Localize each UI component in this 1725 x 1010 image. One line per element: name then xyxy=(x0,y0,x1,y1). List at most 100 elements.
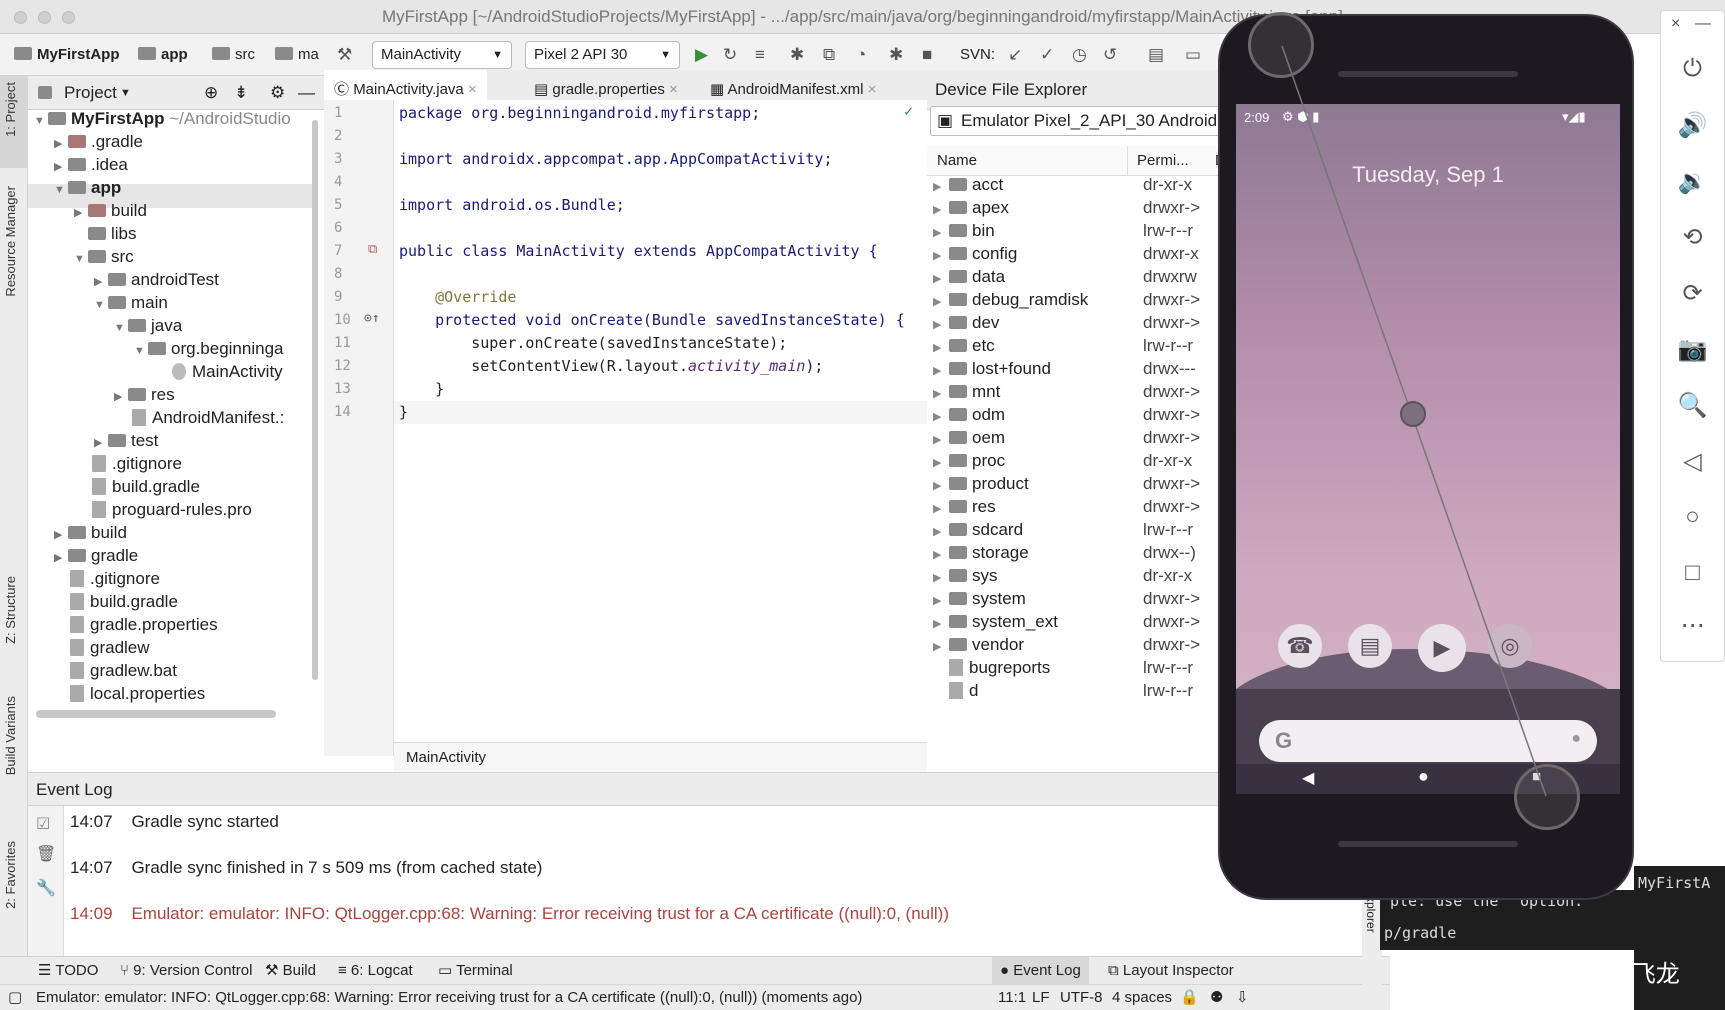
file-row[interactable]: ▶ bin lrw-r--r xyxy=(927,218,1222,243)
tab-todo[interactable]: ☰ TODO xyxy=(38,957,98,985)
home-icon[interactable]: ○ xyxy=(1661,503,1724,531)
tab-structure[interactable]: Z: Structure xyxy=(3,576,18,644)
tree-item[interactable]: gradlew.bat xyxy=(70,658,177,683)
hide-panel-icon[interactable]: — xyxy=(298,76,315,110)
debug-icon[interactable]: ✱ xyxy=(790,46,804,64)
tree-item[interactable]: ▼ java xyxy=(114,313,182,338)
file-row[interactable]: ▶ apex drwxr-> xyxy=(927,195,1222,220)
hammer-build-icon[interactable]: ⚒ xyxy=(337,46,352,64)
tree-item[interactable]: ▼ app xyxy=(54,175,121,200)
lock-icon[interactable]: 🔒 xyxy=(1180,985,1199,1010)
breadcrumb-src[interactable]: src xyxy=(212,34,255,76)
col-permissions[interactable]: Permi... xyxy=(1137,146,1189,176)
profile-icon[interactable]: ◔ xyxy=(856,46,866,64)
device-select-combo[interactable]: ▣ Emulator Pixel_2_API_30 Android xyxy=(930,106,1220,136)
code-editor[interactable]: package org.beginningandroid.myfirstapp;… xyxy=(394,100,927,756)
breadcrumb-project[interactable]: MyFirstApp xyxy=(14,34,120,76)
file-row[interactable]: ▶ product drwxr-> xyxy=(927,471,1222,496)
tab-layout-inspector[interactable]: ⧉ Layout Inspector xyxy=(1108,957,1234,985)
project-structure-icon[interactable]: ▤ xyxy=(1148,46,1164,64)
file-encoding[interactable]: UTF-8 xyxy=(1060,985,1103,1010)
file-row[interactable]: ▶ vendor drwxr-> xyxy=(927,632,1222,657)
volume-down-icon[interactable]: 🔉 xyxy=(1661,167,1724,196)
tree-hscrollbar[interactable] xyxy=(36,710,276,718)
history-icon[interactable]: ◷ xyxy=(1072,46,1087,64)
run-config-select[interactable]: MainActivity ▼ xyxy=(372,41,512,69)
editor-breadcrumb[interactable]: MainActivity xyxy=(394,742,927,772)
rotate-right-icon[interactable]: ⟳ xyxy=(1661,279,1724,308)
tree-item[interactable]: ▼ org.beginninga xyxy=(134,336,283,361)
svn-update-icon[interactable]: ↙ xyxy=(1008,46,1022,64)
caret-position[interactable]: 11:1 xyxy=(998,985,1026,1010)
zoom-icon[interactable]: 🔍 xyxy=(1661,391,1724,420)
tree-item[interactable]: ▶ .gradle xyxy=(54,129,143,154)
stop-icon[interactable]: ■ xyxy=(922,46,932,64)
overview-icon[interactable]: □ xyxy=(1661,559,1724,587)
close-window-button[interactable] xyxy=(14,11,27,24)
tree-item[interactable]: gradle.properties xyxy=(70,612,218,637)
tab-project[interactable]: 1: Project xyxy=(3,82,18,137)
tree-item[interactable]: ▶ androidTest xyxy=(94,267,219,292)
camera-icon[interactable]: 📷 xyxy=(1661,335,1724,364)
trash-icon[interactable]: 🗑 xyxy=(36,844,56,864)
minimize-window-button[interactable] xyxy=(38,11,51,24)
tree-item[interactable]: libs xyxy=(88,221,137,246)
apply-code-icon[interactable]: ≡ xyxy=(755,46,765,64)
tree-item[interactable]: ▶ .idea xyxy=(54,152,128,177)
file-row[interactable]: ▶ sys dr-xr-x xyxy=(927,563,1222,588)
close-icon[interactable]: × xyxy=(468,81,477,98)
project-view-select[interactable]: Project xyxy=(64,76,117,110)
more-icon[interactable]: ⋯ xyxy=(1661,611,1724,640)
tab-version-control[interactable]: ⑂ 9: Version Control xyxy=(120,957,252,985)
power-icon[interactable]: ⏻ xyxy=(1661,55,1724,83)
file-row[interactable]: ▶ config drwxr-x xyxy=(927,241,1222,266)
wrench-icon[interactable]: 🔧 xyxy=(36,878,56,898)
tree-item[interactable]: ▶ build xyxy=(74,198,147,223)
tree-item[interactable]: .gitignore xyxy=(92,451,182,476)
file-row[interactable]: ▶ proc dr-xr-x xyxy=(927,448,1222,473)
file-row[interactable]: d lrw-r--r xyxy=(927,678,1222,703)
file-row[interactable]: ▶ etc lrw-r--r xyxy=(927,333,1222,358)
file-row[interactable]: ▶ oem drwxr-> xyxy=(927,425,1222,450)
file-row[interactable]: ▶ dev drwxr-> xyxy=(927,310,1222,335)
file-row[interactable]: ▶ system drwxr-> xyxy=(927,586,1222,611)
file-row[interactable]: ▶ system_ext drwxr-> xyxy=(927,609,1222,634)
tree-item[interactable]: build.gradle xyxy=(92,474,200,499)
maximize-window-button[interactable] xyxy=(62,11,75,24)
file-row[interactable]: ▶ debug_ramdisk drwxr-> xyxy=(927,287,1222,312)
tree-item[interactable]: ▶ gradle xyxy=(54,543,138,568)
file-row[interactable]: ▶ res drwxr-> xyxy=(927,494,1222,519)
attach-debugger-icon[interactable]: ✱ xyxy=(889,46,903,64)
status-toggle-icon[interactable]: ▢ xyxy=(8,985,22,1010)
back-icon[interactable]: ◁ xyxy=(1661,447,1724,476)
gear-icon[interactable]: ⚙ xyxy=(270,76,285,110)
breadcrumb-app[interactable]: app xyxy=(138,34,188,76)
file-row[interactable]: ▶ storage drwx--) xyxy=(927,540,1222,565)
tree-item[interactable]: ▼ main xyxy=(94,290,168,315)
tab-logcat[interactable]: ≡ 6: Logcat xyxy=(338,957,413,985)
class-gutter-icon[interactable]: ⧉ xyxy=(368,242,377,257)
file-row[interactable]: ▶ mnt drwxr-> xyxy=(927,379,1222,404)
tree-item[interactable]: ▶ res xyxy=(114,382,175,407)
file-row[interactable]: bugreports lrw-r--r xyxy=(927,655,1222,680)
mark-read-icon[interactable]: ☑ xyxy=(36,814,50,834)
file-row[interactable]: ▶ acct dr-xr-x xyxy=(927,176,1222,197)
tree-item[interactable]: local.properties xyxy=(70,681,205,706)
close-icon[interactable]: × xyxy=(669,81,678,98)
override-gutter-icon[interactable]: ⊙↑ xyxy=(364,311,380,326)
attach-icon[interactable]: ⧉ xyxy=(823,46,835,64)
tab-event-log[interactable]: ● Event Log xyxy=(992,957,1089,985)
tree-item[interactable]: MainActivity xyxy=(172,359,283,384)
tab-terminal[interactable]: ▭ Terminal xyxy=(438,957,513,985)
tree-item[interactable]: build.gradle xyxy=(70,589,178,614)
inspector-icon[interactable]: ⚉ xyxy=(1210,985,1223,1010)
download-icon[interactable]: ⇩ xyxy=(1236,985,1249,1010)
tree-item[interactable]: gradlew xyxy=(70,635,150,660)
file-row[interactable]: ▶ odm drwxr-> xyxy=(927,402,1222,427)
tab-build-variants[interactable]: Build Variants xyxy=(3,696,18,775)
tree-item[interactable]: AndroidManifest.: xyxy=(132,405,284,430)
collapse-icon[interactable]: ⇟ xyxy=(234,76,248,110)
rotate-left-icon[interactable]: ⟲ xyxy=(1661,223,1724,252)
locate-icon[interactable]: ⊕ xyxy=(204,76,218,110)
tab-favorites[interactable]: 2: Favorites xyxy=(3,841,18,909)
